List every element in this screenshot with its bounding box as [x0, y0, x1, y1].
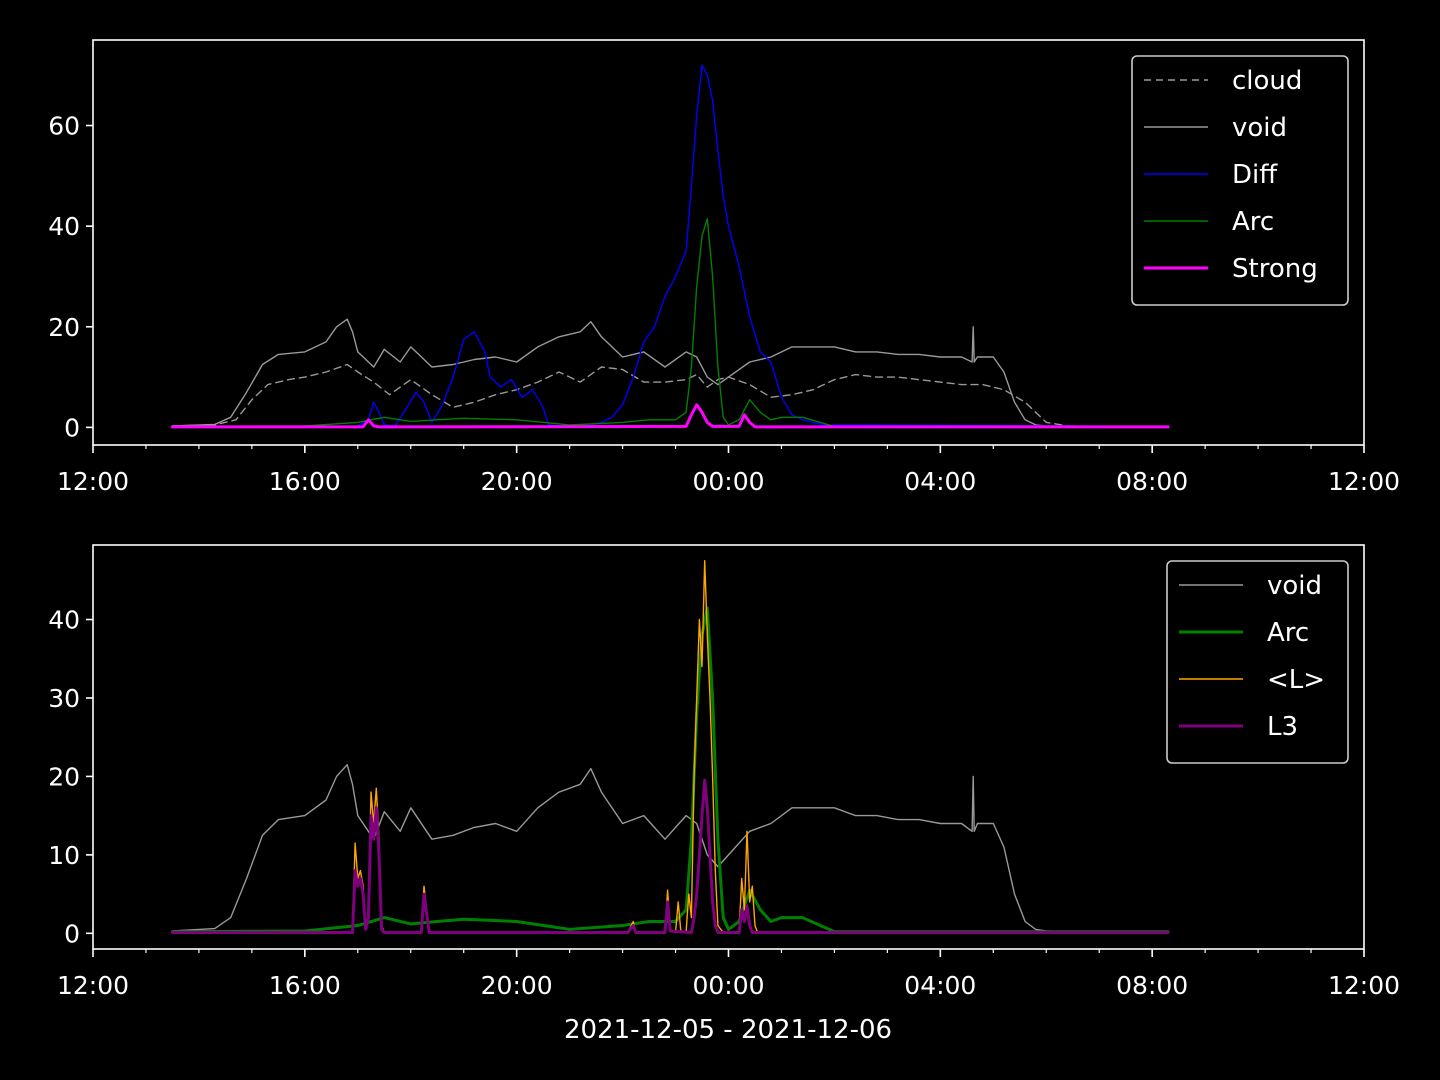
y-tick-label: 30 [48, 684, 80, 713]
legend: cloud void Diff Arc Strong [1131, 55, 1349, 306]
legend-label: Strong [1232, 254, 1318, 284]
y-tick-label: 40 [48, 212, 80, 241]
y-tick-label: 60 [48, 112, 80, 141]
x-tick-label: 20:00 [481, 467, 553, 496]
figure: 0 20 40 60 12:00 16:00 20:00 00:00 04:00 08:00 12:… [0, 0, 1440, 1080]
x-tick-label: 08:00 [1116, 467, 1188, 496]
legend-label: void [1232, 113, 1287, 143]
x-tick-label: 12:00 [57, 971, 129, 1000]
legend-label: cloud [1232, 66, 1302, 96]
legend-label: Arc [1267, 618, 1309, 648]
y-tick-label: 0 [64, 919, 80, 948]
y-tick-label: 20 [48, 762, 80, 791]
x-tick-label: 04:00 [904, 467, 976, 496]
x-tick-label: 12:00 [1328, 467, 1400, 496]
legend-label: <L> [1267, 665, 1325, 695]
x-tick-label: 16:00 [269, 971, 341, 1000]
y-tick-label: 40 [48, 606, 80, 635]
y-tick-label: 10 [48, 841, 80, 870]
x-tick-label: 04:00 [904, 971, 976, 1000]
legend-label: void [1267, 571, 1322, 601]
y-tick-label: 0 [64, 413, 80, 442]
legend-label: Arc [1232, 207, 1274, 237]
x-tick-label: 16:00 [269, 467, 341, 496]
x-tick-label: 08:00 [1116, 971, 1188, 1000]
x-tick-label: 00:00 [692, 467, 764, 496]
x-tick-label: 00:00 [692, 971, 764, 1000]
legend: void Arc <L> L3 [1166, 560, 1349, 764]
x-tick-label: 20:00 [481, 971, 553, 1000]
x-axis-label: 2021-12-05 - 2021-12-06 [564, 1015, 892, 1045]
legend-label: L3 [1267, 712, 1298, 742]
y-tick-label: 20 [48, 313, 80, 342]
x-tick-label: 12:00 [1328, 971, 1400, 1000]
x-tick-label: 12:00 [57, 467, 129, 496]
legend-label: Diff [1232, 160, 1278, 190]
